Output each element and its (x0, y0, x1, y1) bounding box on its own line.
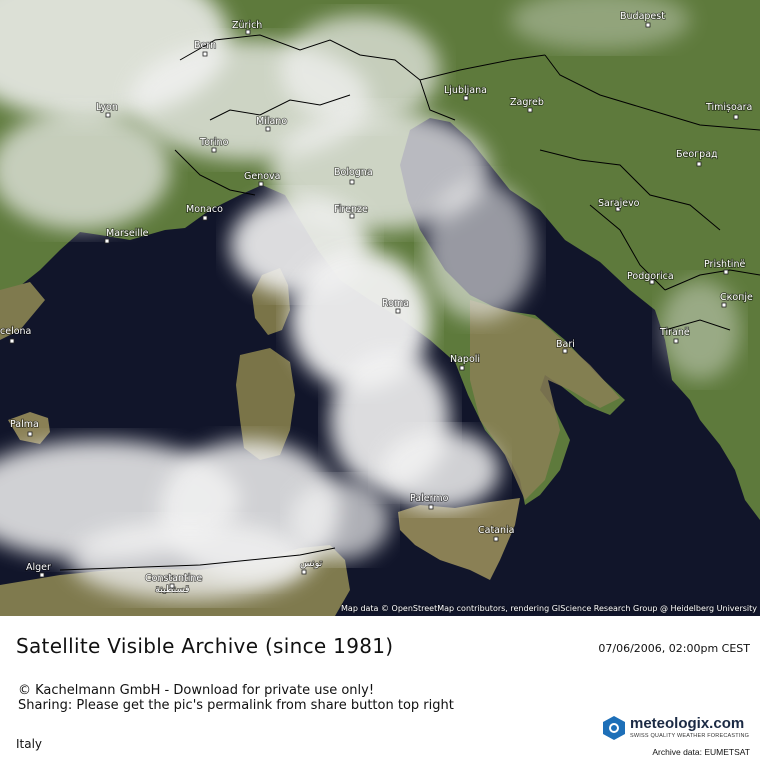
svg-text:Podgorica: Podgorica (627, 271, 674, 282)
svg-text:celona: celona (0, 326, 31, 337)
map-attribution: Map data © OpenStreetMap contributors, r… (341, 604, 757, 613)
svg-text:قسنطينة: قسنطينة (155, 584, 190, 595)
logo-name: meteologix.com (630, 715, 745, 732)
region-label: Italy (16, 737, 43, 751)
svg-text:Firenze: Firenze (334, 204, 368, 215)
svg-text:Zagreb: Zagreb (510, 97, 544, 108)
logo-icon (603, 716, 625, 740)
svg-text:Palma: Palma (10, 419, 39, 430)
archive-credit: Archive data: EUMETSAT (652, 747, 750, 757)
svg-text:Zürich: Zürich (232, 20, 262, 31)
svg-text:Genova: Genova (244, 171, 280, 182)
svg-text:Alger: Alger (26, 562, 51, 573)
meteologix-logo[interactable]: meteologix.com SWISS QUALITY WEATHER FOR… (602, 715, 752, 745)
logo-tagline: SWISS QUALITY WEATHER FORECASTING (630, 733, 750, 739)
svg-text:تونس: تونس (300, 558, 323, 569)
svg-text:Constantine: Constantine (145, 573, 202, 584)
svg-text:Sarajevo: Sarajevo (598, 198, 640, 209)
svg-text:Bern: Bern (194, 40, 216, 51)
svg-text:Monaco: Monaco (186, 204, 223, 215)
svg-text:Catania: Catania (478, 525, 514, 536)
satellite-image: Zürich Bern Lyon Milano Torino Genova Bo… (0, 0, 760, 616)
svg-text:Bari: Bari (556, 339, 575, 350)
satellite-map: Zürich Bern Lyon Milano Torino Genova Bo… (0, 0, 760, 616)
svg-text:Скопје: Скопје (720, 292, 753, 303)
footer-panel: Satellite Visible Archive (since 1981) 0… (0, 616, 760, 760)
svg-text:Budapest: Budapest (620, 11, 665, 22)
svg-text:Torino: Torino (199, 137, 229, 148)
svg-text:Roma: Roma (382, 298, 409, 309)
sharing-line: Sharing: Please get the pic's permalink … (18, 698, 454, 713)
svg-text:Lyon: Lyon (96, 102, 118, 113)
svg-text:Palermo: Palermo (410, 493, 449, 504)
svg-text:Timișoara: Timișoara (705, 102, 752, 113)
svg-text:Ljubljana: Ljubljana (444, 85, 487, 96)
copyright-notice: © Kachelmann GmbH - Download for private… (18, 683, 454, 713)
svg-text:Prishtinë: Prishtinë (704, 259, 745, 270)
image-datetime: 07/06/2006, 02:00pm CEST (598, 642, 750, 655)
svg-text:Београд: Београд (676, 149, 718, 160)
svg-text:Bologna: Bologna (334, 167, 373, 178)
svg-text:Milano: Milano (256, 116, 287, 127)
copyright-line: © Kachelmann GmbH - Download for private… (18, 683, 375, 698)
page-title: Satellite Visible Archive (since 1981) (16, 634, 394, 658)
svg-text:Tiranë: Tiranë (659, 327, 690, 338)
svg-text:Napoli: Napoli (450, 354, 480, 365)
svg-text:Marseille: Marseille (106, 228, 149, 239)
